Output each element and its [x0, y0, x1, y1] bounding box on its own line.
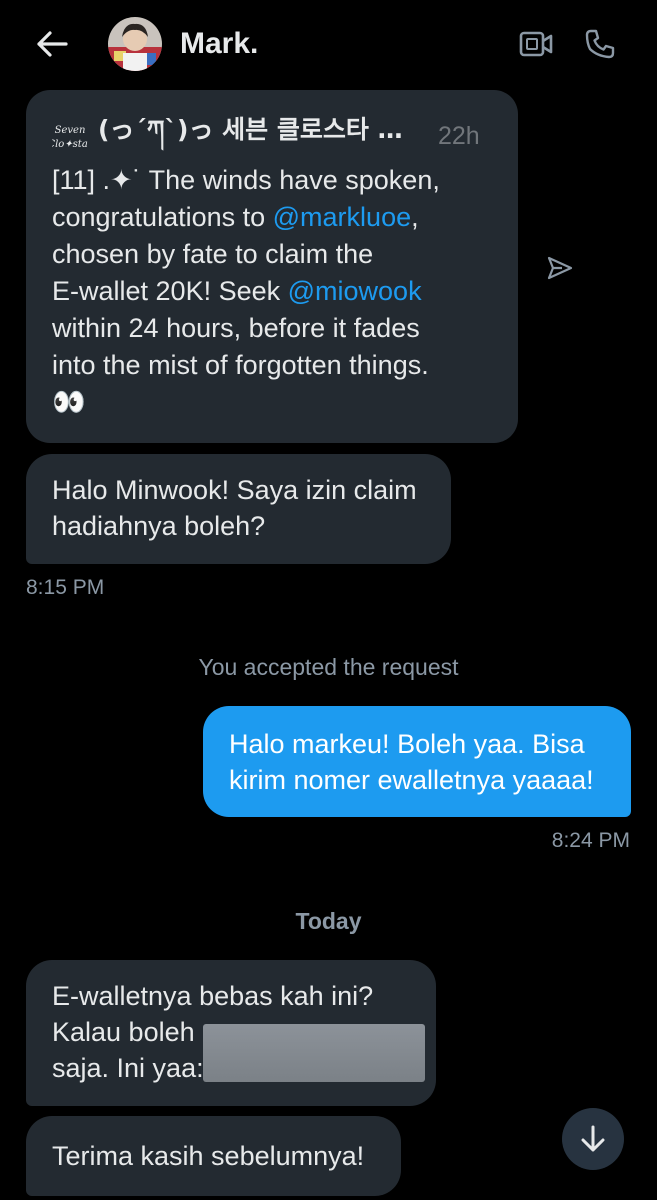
post-text-segment: within 24 hours, before it fades — [52, 313, 420, 343]
conversation-title: Mark. — [180, 27, 259, 60]
redacted-text — [203, 1024, 425, 1082]
day-separator: Today — [295, 908, 362, 934]
back-button[interactable] — [30, 24, 74, 64]
post-text-segment: into the mist of forgotten things. — [52, 350, 429, 380]
message-timestamp: 8:15 PM — [26, 576, 105, 599]
shared-post-line: into the mist of forgotten things. — [52, 347, 492, 384]
shared-post-line: chosen by fate to claim the — [52, 236, 492, 273]
arrow-left-icon — [37, 31, 68, 57]
message-timestamp: 8:24 PM — [551, 829, 630, 852]
mention-link[interactable]: @markluoe — [273, 202, 411, 232]
message-line: Halo Minwook! Saya izin claim — [52, 475, 417, 505]
shared-post-line: congratulations to @markluoe, — [52, 199, 492, 236]
share-post-button[interactable] — [542, 250, 578, 286]
shared-post-time: 22h — [438, 121, 480, 150]
avatar[interactable] — [108, 17, 162, 71]
video-call-button[interactable] — [516, 26, 556, 62]
message-line: E-walletnya bebas kah ini? — [52, 981, 374, 1011]
svg-text:Clo✦star: Clo✦star — [52, 139, 88, 150]
system-message: You accepted the request — [198, 654, 459, 680]
message-line: kirim nomer ewalletnya yaaaa! — [229, 765, 594, 795]
post-text-segment: [11] .✦˙ The winds have spoken, — [52, 165, 440, 195]
post-text-segment: E-wallet 20K! Seek — [52, 276, 288, 306]
post-text-segment: chosen by fate to claim the — [52, 239, 374, 269]
shared-post-line: [11] .✦˙ The winds have spoken, — [52, 162, 492, 199]
video-camera-icon — [519, 31, 553, 57]
post-text-segment: congratulations to — [52, 202, 273, 232]
svg-text:Seven: Seven — [55, 125, 86, 136]
post-text-segment: 👀 — [52, 387, 86, 417]
shared-post-header: Seven Clo✦star (っ´ཀ`)っ 세븐 클로스타 하... 22h — [52, 115, 492, 156]
scroll-to-bottom-button[interactable] — [562, 1108, 624, 1170]
shared-post-author: (っ´ཀ`)っ 세븐 클로스타 하... — [98, 114, 420, 144]
conversation-header: Mark. — [0, 0, 657, 90]
incoming-message[interactable]: Terima kasih sebelumnya! — [26, 1116, 401, 1196]
arrow-down-icon — [581, 1125, 605, 1152]
voice-call-button[interactable] — [580, 24, 620, 64]
mention-link[interactable]: @miowook — [288, 276, 422, 306]
post-text-segment: , — [411, 202, 419, 232]
outgoing-message[interactable]: Halo markeu! Boleh yaa. Bisa kirim nomer… — [203, 706, 631, 817]
message-line: Halo markeu! Boleh yaa. Bisa — [229, 729, 585, 759]
send-icon — [547, 256, 573, 280]
message-line: hadiahnya boleh? — [52, 511, 266, 541]
phone-icon — [585, 29, 615, 59]
shared-post-line: within 24 hours, before it fades — [52, 310, 492, 347]
seven-clothstar-logo: Seven Clo✦star — [52, 125, 88, 150]
incoming-message[interactable]: Halo Minwook! Saya izin claim hadiahnya … — [26, 454, 451, 564]
message-line: Terima kasih sebelumnya! — [52, 1141, 365, 1171]
shared-post-line: E-wallet 20K! Seek @miowook — [52, 273, 492, 310]
shared-post-line: 👀 — [52, 384, 492, 421]
shared-post-card[interactable]: Seven Clo✦star (っ´ཀ`)っ 세븐 클로스타 하... 22h … — [26, 90, 518, 443]
shared-post-text: [11] .✦˙ The winds have spoken, congratul… — [52, 162, 492, 421]
avatar-image — [108, 17, 162, 71]
